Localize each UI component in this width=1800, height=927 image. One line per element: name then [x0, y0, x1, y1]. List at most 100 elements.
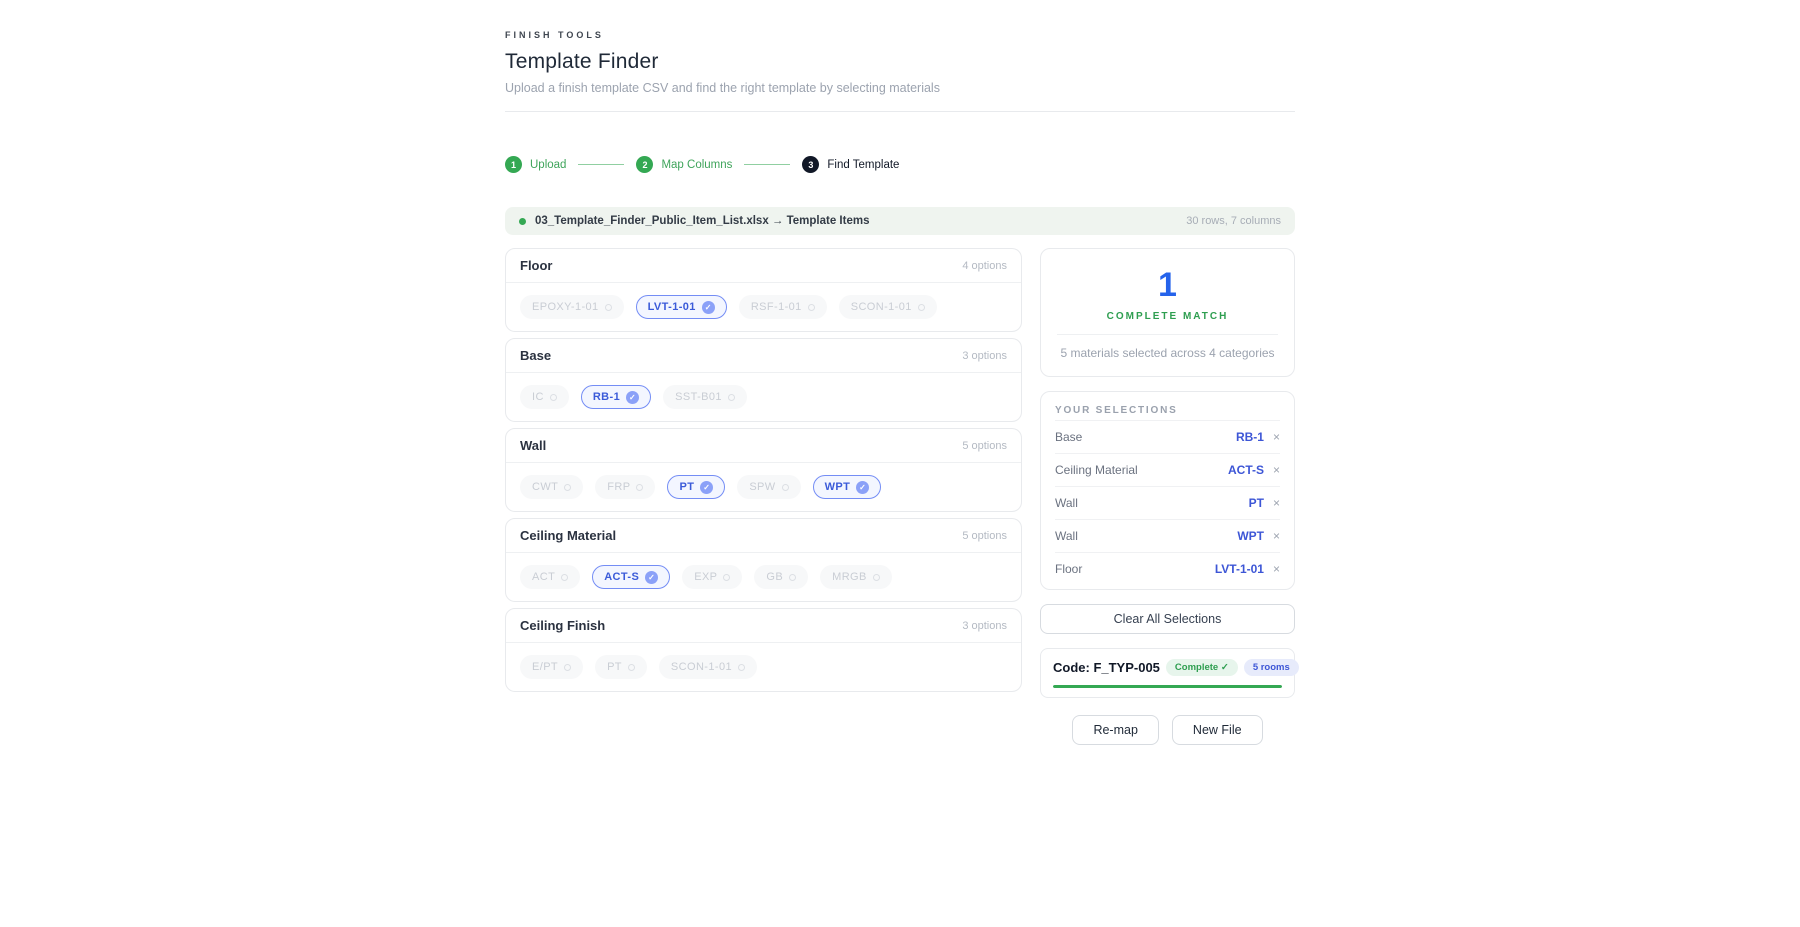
remove-selection-icon[interactable]: ×	[1273, 497, 1280, 509]
chip-label: PT	[679, 481, 694, 493]
match-label: COMPLETE MATCH	[1057, 311, 1278, 322]
code-row: Code: F_TYP-005 Complete ✓5 rooms	[1053, 659, 1282, 676]
step-label: Upload	[530, 159, 566, 171]
remove-selection-icon[interactable]: ×	[1273, 530, 1280, 542]
file-info: 03_Template_Finder_Public_Item_List.xlsx…	[519, 215, 869, 227]
selection-value: LVT-1-01	[1215, 562, 1264, 576]
unchecked-circle-icon	[723, 574, 730, 581]
step-connector-line	[578, 164, 624, 165]
category-card-wall: Wall5 options CWT FRP PT ✓ SPW WPT ✓	[505, 428, 1022, 512]
step-find-template[interactable]: 3 Find Template	[802, 156, 899, 173]
check-icon: ✓	[626, 391, 639, 404]
re-map-button[interactable]: Re-map	[1072, 715, 1158, 745]
template-finder-page: FINISH TOOLS Template Finder Upload a fi…	[505, 0, 1295, 745]
page-header: FINISH TOOLS Template Finder Upload a fi…	[505, 30, 1295, 112]
match-progress-track	[1053, 685, 1282, 688]
material-chip-exp[interactable]: EXP	[682, 565, 742, 589]
step-number-circle: 3	[802, 156, 819, 173]
footer-buttons: Re-map New File	[1040, 715, 1295, 745]
unchecked-circle-icon	[873, 574, 880, 581]
material-chip-scon-1-01[interactable]: SCON-1-01	[659, 655, 757, 679]
chip-label: EXP	[694, 571, 717, 583]
chip-label: SST-B01	[675, 391, 722, 403]
material-chip-act-s[interactable]: ACT-S✓	[592, 565, 670, 589]
chip-label: MRGB	[832, 571, 867, 583]
material-chip-rb-1[interactable]: RB-1 ✓	[581, 385, 651, 409]
selection-row-act-s: Ceiling MaterialACT-S ×	[1055, 453, 1280, 486]
match-count: 1	[1057, 267, 1278, 304]
chip-label: WPT	[825, 481, 851, 493]
rooms-badge: 5 rooms	[1244, 659, 1299, 676]
material-chip-e-pt[interactable]: E/PT	[520, 655, 583, 679]
material-chip-scon-1-01[interactable]: SCON-1-01	[839, 295, 937, 319]
check-icon: ✓	[700, 481, 713, 494]
chip-label: RSF-1-01	[751, 301, 802, 313]
material-chip-pt[interactable]: PT	[595, 655, 647, 679]
complete-badge: Complete ✓	[1166, 659, 1238, 676]
category-options-count: 3 options	[962, 350, 1007, 362]
material-chip-act[interactable]: ACT	[520, 565, 580, 589]
check-icon: ✓	[702, 301, 715, 314]
material-chip-frp[interactable]: FRP	[595, 475, 655, 499]
selections-header: YOUR SELECTIONS	[1055, 405, 1280, 420]
material-chip-pt[interactable]: PT ✓	[667, 475, 725, 499]
chip-label: SCON-1-01	[671, 661, 732, 673]
app-eyebrow: FINISH TOOLS	[505, 30, 1295, 40]
chip-label: EPOXY-1-01	[532, 301, 599, 313]
step-upload[interactable]: 1Upload	[505, 156, 566, 173]
selection-category: Wall	[1055, 496, 1249, 510]
category-title: Floor	[520, 258, 553, 273]
step-connector-line	[744, 164, 790, 165]
new-file-button[interactable]: New File	[1172, 715, 1263, 745]
chip-label: IC	[532, 391, 544, 403]
chip-label: ACT	[532, 571, 555, 583]
unchecked-circle-icon	[808, 304, 815, 311]
material-chip-gb[interactable]: GB	[754, 565, 808, 589]
category-options-count: 3 options	[962, 620, 1007, 632]
match-progress-fill	[1053, 685, 1282, 688]
template-code: Code: F_TYP-005	[1053, 660, 1160, 675]
chip-label: PT	[607, 661, 622, 673]
category-header: Wall5 options	[506, 429, 1021, 463]
category-title: Ceiling Finish	[520, 618, 605, 633]
step-label: Find Template	[827, 159, 899, 171]
matched-template-card: Code: F_TYP-005 Complete ✓5 rooms	[1040, 648, 1295, 698]
material-chip-cwt[interactable]: CWT	[520, 475, 583, 499]
clear-all-selections-button[interactable]: Clear All Selections	[1040, 604, 1295, 634]
page-title: Template Finder	[505, 50, 1295, 74]
category-card-ceiling-finish: Ceiling Finish 3 options E/PT PT SCON-1-01	[505, 608, 1022, 692]
remove-selection-icon[interactable]: ×	[1273, 464, 1280, 476]
selection-value: ACT-S	[1228, 463, 1264, 477]
category-chip-row: E/PT PT SCON-1-01	[506, 643, 1021, 691]
selection-row-pt: WallPT×	[1055, 486, 1280, 519]
selection-row-wpt: WallWPT×	[1055, 519, 1280, 552]
chip-label: RB-1	[593, 391, 620, 403]
selection-value: RB-1	[1236, 430, 1264, 444]
unchecked-circle-icon	[605, 304, 612, 311]
material-chip-ic[interactable]: IC	[520, 385, 569, 409]
unchecked-circle-icon	[782, 484, 789, 491]
unchecked-circle-icon	[738, 664, 745, 671]
material-chip-mrgb[interactable]: MRGB	[820, 565, 892, 589]
material-chip-lvt-1-01[interactable]: LVT-1-01✓	[636, 295, 727, 319]
category-chip-row: CWT FRP PT ✓ SPW WPT ✓	[506, 463, 1021, 511]
step-map-columns[interactable]: 2Map Columns	[636, 156, 732, 173]
check-icon: ✓	[856, 481, 869, 494]
material-chip-rsf-1-01[interactable]: RSF-1-01	[739, 295, 827, 319]
remove-selection-icon[interactable]: ×	[1273, 431, 1280, 443]
file-name: 03_Template_Finder_Public_Item_List.xlsx…	[535, 215, 869, 227]
material-chip-spw[interactable]: SPW	[737, 475, 800, 499]
category-title: Base	[520, 348, 551, 363]
chip-label: ACT-S	[604, 571, 639, 583]
unchecked-circle-icon	[550, 394, 557, 401]
material-chip-epoxy-1-01[interactable]: EPOXY-1-01	[520, 295, 624, 319]
unchecked-circle-icon	[628, 664, 635, 671]
remove-selection-icon[interactable]: ×	[1273, 563, 1280, 575]
selection-category: Ceiling Material	[1055, 463, 1228, 477]
category-chip-row: IC RB-1 ✓ SST-B01	[506, 373, 1021, 421]
selection-category: Base	[1055, 430, 1236, 444]
unchecked-circle-icon	[564, 484, 571, 491]
material-chip-wpt[interactable]: WPT ✓	[813, 475, 882, 499]
unchecked-circle-icon	[564, 664, 571, 671]
material-chip-sst-b01[interactable]: SST-B01	[663, 385, 747, 409]
